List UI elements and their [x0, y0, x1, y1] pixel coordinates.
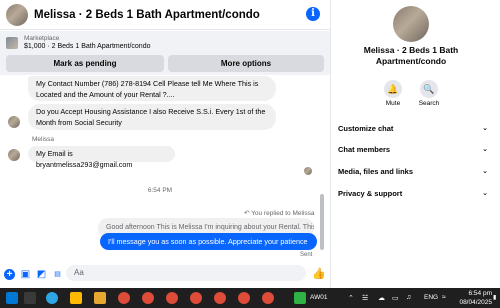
- mute-label[interactable]: Mute: [378, 100, 408, 107]
- chevron-down-icon: ⌄: [482, 125, 488, 132]
- clock-time[interactable]: 6:54 pm: [456, 290, 493, 298]
- avatar[interactable]: [8, 116, 20, 128]
- message-input[interactable]: Aa: [66, 265, 306, 281]
- message-text: My Email is bryantmelissa293@gmail.com: [36, 149, 133, 169]
- row-label: Chat members: [338, 144, 391, 154]
- incoming-message: My Contact Number (786) 278-8194 Cell Pl…: [28, 76, 276, 101]
- row-label: Privacy & support: [338, 188, 403, 198]
- sticker-icon[interactable]: ◩: [36, 269, 47, 280]
- edge-icon[interactable]: [46, 292, 58, 304]
- message-text: Month from Social Security: [36, 117, 122, 127]
- battery-icon[interactable]: ▭: [392, 294, 399, 302]
- chevron-down-icon: ⌄: [482, 190, 488, 197]
- chevron-down-icon: ⌄: [482, 168, 488, 175]
- search-icon[interactable]: [24, 292, 36, 304]
- chrome-icon[interactable]: [166, 292, 178, 304]
- message-status: Sent: [300, 252, 313, 258]
- media-files-links-row[interactable]: Media, files and links ⌄: [338, 164, 488, 178]
- chat-members-row[interactable]: Chat members ⌄: [338, 142, 488, 156]
- row-label: Customize chat: [338, 123, 394, 133]
- conversation-name-line: Melissa · 2 Beds 1 Bath: [363, 45, 459, 55]
- message-list: My Contact Number (786) 278-8194 Cell Pl…: [0, 76, 330, 262]
- mark-as-pending-button[interactable]: Mark as pending: [6, 55, 164, 72]
- listing-label: Marketplace: [24, 35, 60, 42]
- stock-chart-icon[interactable]: [294, 292, 306, 304]
- stock-ticker[interactable]: AW01: [310, 294, 327, 302]
- taskbar: AW01 ⌃ ☱ ☁ ▭ ♫ ENG ≈ 6:54 pm 08/04/2025 …: [0, 288, 500, 308]
- sender-name: Melissa: [32, 136, 55, 143]
- tray-overflow-icon[interactable]: ⌃: [348, 294, 354, 302]
- chrome-icon[interactable]: [214, 292, 226, 304]
- conversation-name: Melissa · 2 Beds 1 Bath Apartment/condo: [331, 45, 491, 66]
- cloud-icon[interactable]: ☁: [378, 294, 385, 302]
- privacy-support-row[interactable]: Privacy & support ⌄: [338, 186, 488, 200]
- image-icon[interactable]: ▣: [20, 269, 31, 280]
- reply-label: You replied to Melissa: [251, 210, 315, 217]
- avatar[interactable]: [6, 3, 28, 26]
- language-indicator[interactable]: ENG: [424, 294, 438, 302]
- listing-price-title[interactable]: $1,000 · 2 Beds 1 Bath Apartment/condo: [24, 43, 150, 50]
- info-icon[interactable]: i: [306, 7, 320, 21]
- chevron-down-icon: ⌄: [482, 146, 488, 153]
- incoming-message: Do you Accept Housing Assistance I also …: [28, 104, 276, 130]
- chrome-icon[interactable]: [190, 292, 202, 304]
- volume-icon[interactable]: ♫: [406, 294, 411, 301]
- plus-icon[interactable]: +: [4, 269, 15, 280]
- notification-icon[interactable]: ▮: [493, 294, 496, 301]
- reply-icon: ↶: [244, 210, 250, 217]
- thumbs-up-icon[interactable]: 👍: [312, 269, 326, 280]
- incoming-message: My Email is bryantmelissa293@gmail.com: [28, 146, 175, 169]
- chat-header: Melissa · 2 Beds 1 Bath Apartment/condo …: [0, 0, 330, 30]
- avatar[interactable]: [8, 149, 20, 161]
- avatar[interactable]: [393, 6, 429, 42]
- timestamp: 6:54 PM: [147, 187, 173, 194]
- search-icon[interactable]: 🔍: [420, 80, 438, 98]
- network-icon[interactable]: ☱: [362, 294, 368, 302]
- file-explorer-icon[interactable]: [70, 292, 82, 304]
- reply-indicator: ↶ You replied to Melissa: [244, 209, 315, 217]
- chat-title[interactable]: Melissa · 2 Beds 1 Bath Apartment/condo: [34, 9, 260, 21]
- outgoing-message[interactable]: I'll message you as soon as possible. Ap…: [100, 233, 317, 250]
- chrome-icon[interactable]: [118, 292, 130, 304]
- scrollbar[interactable]: [320, 194, 324, 250]
- message-text: My Contact Number (786) 278-8194 Cell Pl…: [36, 79, 259, 88]
- message-text: Do you Accept Housing Assistance I also …: [36, 107, 266, 116]
- bell-icon[interactable]: 🔔: [384, 80, 402, 98]
- row-label: Media, files and links: [338, 166, 414, 176]
- seen-avatar: [304, 167, 312, 175]
- wifi-icon[interactable]: ≈: [442, 294, 446, 301]
- gif-icon[interactable]: ▤: [52, 269, 63, 280]
- message-text: Located and the Amount of your Rental ?.…: [36, 89, 175, 99]
- listing-thumbnail[interactable]: [6, 37, 18, 49]
- conversation-name-line: Apartment/condo: [375, 55, 447, 66]
- search-label[interactable]: Search: [414, 100, 444, 107]
- windows-start-icon[interactable]: [6, 292, 18, 304]
- chrome-icon[interactable]: [238, 292, 250, 304]
- conversation-info-panel: Melissa · 2 Beds 1 Bath Apartment/condo …: [330, 0, 500, 288]
- chrome-icon[interactable]: [142, 292, 154, 304]
- more-options-button[interactable]: More options: [168, 55, 324, 72]
- chrome-icon[interactable]: [262, 292, 274, 304]
- chat-window: Melissa · 2 Beds 1 Bath Apartment/condo …: [0, 0, 330, 288]
- app-icon[interactable]: [94, 292, 106, 304]
- customize-chat-row[interactable]: Customize chat ⌄: [338, 121, 488, 135]
- clock-date[interactable]: 08/04/2025: [452, 299, 492, 307]
